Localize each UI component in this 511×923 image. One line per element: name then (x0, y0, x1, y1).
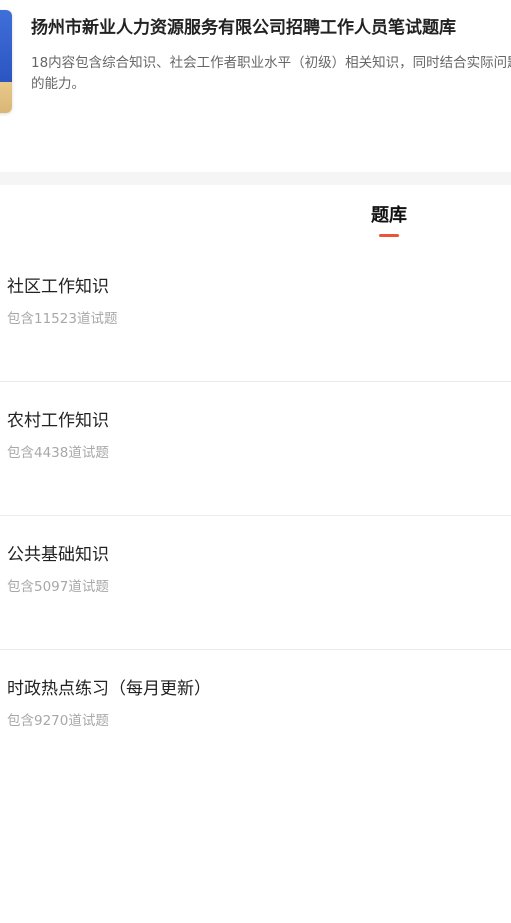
tab-question-bank[interactable]: 题库 (360, 203, 418, 237)
bank-question-count: 包含9270道试题 (7, 713, 109, 729)
question-bank-list: 社区工作知识 包含11523道试题 农村工作知识 包含4438道试题 公共基础知… (0, 248, 511, 783)
exam-info-card: 扬州市新业人力资源服务有限公司招聘工作人员笔试题库 18内容包含综合知识、社会工… (0, 0, 511, 130)
bank-name: 时政热点练习（每月更新） (7, 679, 211, 699)
question-bank-item[interactable]: 公共基础知识 包含5097道试题 (0, 516, 511, 650)
question-bank-item[interactable]: 社区工作知识 包含11523道试题 (0, 248, 511, 382)
bank-name: 农村工作知识 (7, 411, 109, 431)
tab-label: 题库 (371, 205, 407, 226)
bank-question-count: 包含5097道试题 (7, 579, 109, 595)
exam-title: 扬州市新业人力资源服务有限公司招聘工作人员笔试题库 (31, 18, 456, 38)
book-cover-image (0, 10, 12, 113)
bank-question-count: 包含11523道试题 (7, 311, 118, 327)
bank-name: 社区工作知识 (7, 277, 109, 297)
active-tab-indicator (379, 234, 399, 237)
question-bank-item[interactable]: 农村工作知识 包含4438道试题 (0, 382, 511, 516)
exam-description: 18内容包含综合知识、社会工作者职业水平（初级）相关知识，同时结合实际问题的能力… (31, 55, 511, 92)
question-bank-item[interactable]: 时政热点练习（每月更新） 包含9270道试题 (0, 650, 511, 783)
bank-name: 公共基础知识 (7, 545, 109, 565)
section-divider (0, 172, 511, 185)
bank-question-count: 包含4438道试题 (7, 445, 109, 461)
